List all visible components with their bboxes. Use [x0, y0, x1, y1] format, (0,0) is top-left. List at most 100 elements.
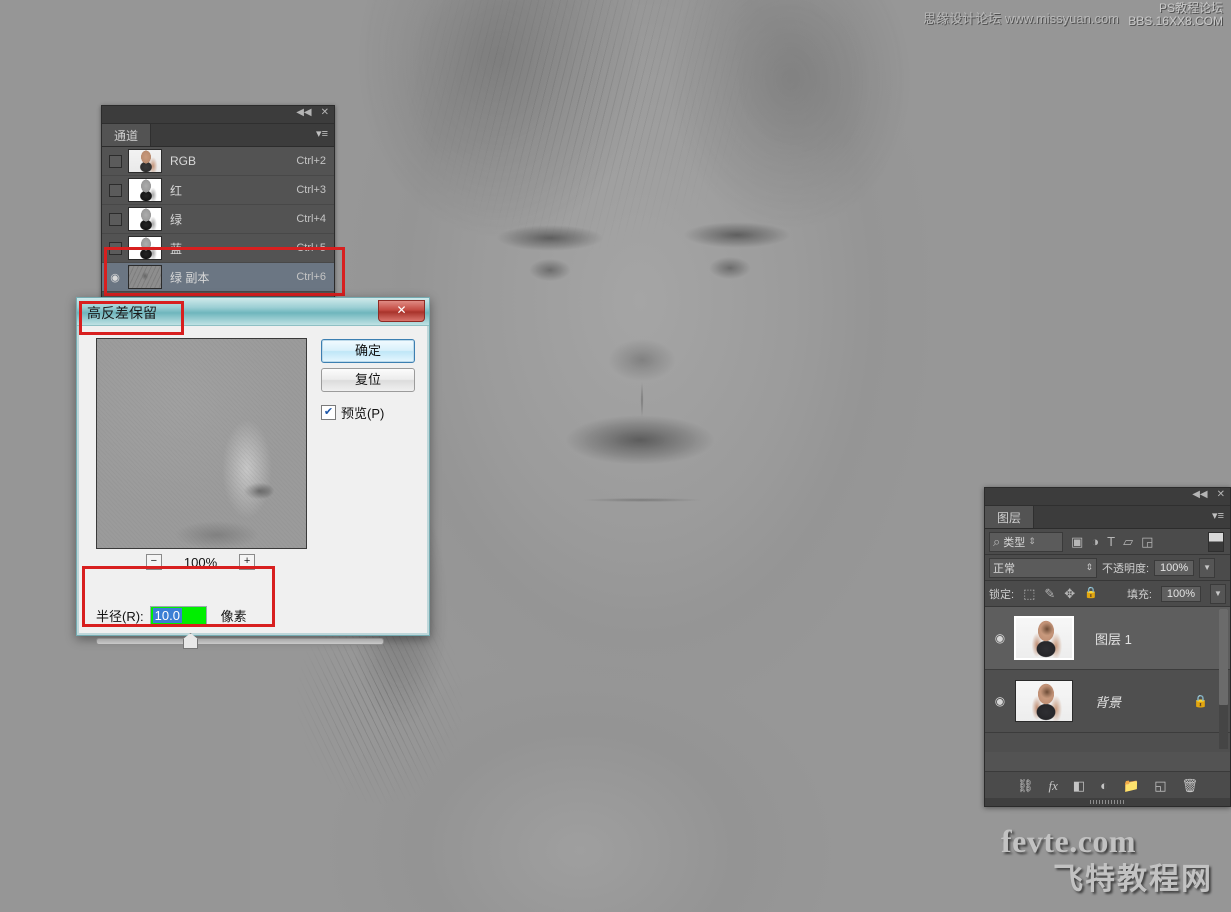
image-filter-icon[interactable]: ▣	[1071, 535, 1083, 548]
channels-list: RGB Ctrl+2 红 Ctrl+3 绿 Ctrl+4 蓝 Ctrl+5 ◉ …	[102, 147, 334, 306]
layer-thumbnail[interactable]	[1014, 616, 1074, 660]
channel-thumbnail	[128, 207, 162, 231]
layer-mask-icon[interactable]: ◧	[1073, 779, 1085, 792]
channel-row-rgb[interactable]: RGB Ctrl+2	[102, 147, 334, 176]
opacity-dropdown-icon[interactable]: ▼	[1199, 557, 1216, 578]
stepper-icon[interactable]: ⇕	[1028, 535, 1036, 548]
layers-bottom-toolbar: ⛓ fx ◧ ◐ 📁 ◱ 🗑	[985, 771, 1230, 798]
dialog-close-button[interactable]: ✕	[378, 300, 425, 322]
slider-thumb[interactable]	[183, 633, 198, 649]
lock-image-icon[interactable]: ✎	[1044, 587, 1055, 600]
filter-preview-image[interactable]	[96, 338, 307, 549]
smart-object-filter-icon[interactable]: ◲	[1141, 535, 1153, 548]
filter-type-select[interactable]: ⌕ 类型 ⇕	[989, 531, 1063, 552]
scrollbar-thumb[interactable]	[1219, 609, 1228, 705]
channels-tabbar: 通道 ▾≡	[102, 124, 334, 147]
fx-icon[interactable]: fx	[1048, 779, 1057, 792]
channels-panel[interactable]: ◀◀ ✕ 通道 ▾≡ RGB Ctrl+2 红 Ctrl+3 绿 Ctrl+4 …	[101, 105, 335, 307]
close-icon[interactable]: ✕	[321, 108, 329, 118]
channel-shortcut: Ctrl+5	[296, 242, 326, 254]
radius-input[interactable]: 10.0	[149, 606, 207, 625]
layer-name: 图层 1	[1095, 631, 1132, 647]
panel-resize-grip[interactable]	[985, 798, 1230, 806]
collapse-icon[interactable]: ◀◀	[296, 108, 311, 118]
channel-thumbnail	[128, 178, 162, 202]
adjustment-layer-icon[interactable]: ◐	[1100, 779, 1108, 792]
layer-row-background[interactable]: ◉ 背景 🔒	[985, 670, 1230, 733]
lock-all-icon[interactable]: 🔒	[1084, 587, 1098, 600]
dialog-titlebar: 高反差保留 ✕	[77, 298, 429, 326]
lock-icon: 🔒	[1193, 694, 1208, 708]
watermark-fevte-cn: 飞特教程网	[1053, 863, 1213, 896]
channel-name: RGB	[170, 154, 197, 168]
channel-row-red[interactable]: 红 Ctrl+3	[102, 176, 334, 205]
fill-dropdown-icon[interactable]: ▼	[1210, 583, 1226, 604]
eye-icon[interactable]: ◉	[985, 631, 1015, 645]
new-layer-icon[interactable]: ◱	[1154, 779, 1166, 792]
radius-slider[interactable]	[96, 633, 384, 649]
fill-value[interactable]: 100%	[1161, 585, 1201, 602]
collapse-icon[interactable]: ◀◀	[1192, 490, 1207, 500]
channel-visibility-toggle[interactable]	[102, 212, 128, 226]
preview-checkbox-row[interactable]: ✔ 预览(P)	[321, 403, 384, 422]
dialog-title: 高反差保留	[87, 306, 157, 322]
tab-layers[interactable]: 图层	[985, 506, 1035, 528]
slider-track	[96, 638, 384, 645]
shape-filter-icon[interactable]: ▱	[1123, 535, 1133, 548]
opacity-label: 不透明度:	[1102, 562, 1150, 575]
layer-list-scrollbar[interactable]	[1219, 609, 1228, 749]
zoom-in-button[interactable]: +	[239, 554, 256, 570]
channel-row-blue[interactable]: 蓝 Ctrl+5	[102, 234, 334, 263]
watermark-fevte: fevte.com 飞特教程网	[1001, 823, 1213, 898]
filter-type-label: 类型	[1003, 536, 1026, 549]
lock-position-icon[interactable]: ✥	[1064, 587, 1075, 600]
channel-thumbnail	[128, 236, 162, 260]
close-icon[interactable]: ✕	[1217, 490, 1225, 500]
layer-list: ◉ 图层 1 ◉ 背景 🔒	[985, 607, 1230, 752]
text-filter-icon[interactable]: T	[1107, 535, 1115, 548]
ok-button[interactable]: 确定	[321, 339, 415, 363]
layer-thumbnail[interactable]	[1015, 680, 1073, 722]
channel-visibility-toggle[interactable]	[102, 183, 128, 197]
photoshop-screenshot: 思缘设计论坛 www.missyuan.com PS教程论坛 BBS.16XX8…	[0, 0, 1231, 912]
radius-unit-label: 像素	[220, 609, 247, 624]
channel-name: 绿 副本	[170, 270, 210, 285]
delete-layer-icon[interactable]: 🗑	[1182, 779, 1199, 792]
zoom-level-label: 100%	[183, 554, 218, 570]
channel-row-green-copy[interactable]: ◉ 绿 副本 Ctrl+6	[102, 263, 334, 292]
channel-row-green[interactable]: 绿 Ctrl+4	[102, 205, 334, 234]
preview-checkbox[interactable]: ✔	[321, 405, 336, 420]
eye-icon[interactable]: ◉	[985, 694, 1015, 708]
channel-thumbnail	[128, 149, 162, 173]
channel-shortcut: Ctrl+2	[296, 155, 326, 167]
reset-button[interactable]: 复位	[321, 368, 415, 392]
channel-shortcut: Ctrl+3	[296, 184, 326, 196]
opacity-value[interactable]: 100%	[1154, 559, 1195, 576]
channel-shortcut: Ctrl+6	[296, 271, 326, 283]
channels-panel-topbar: ◀◀ ✕	[102, 106, 334, 124]
channel-name: 蓝	[170, 241, 183, 256]
layers-panel[interactable]: ◀◀ ✕ 图层 ▾≡ ⌕ 类型 ⇕ ▣ ◑ T ▱ ◲ 正常 ⇕ 不透明度: 1…	[984, 487, 1231, 807]
radius-label: 半径(R):	[96, 609, 144, 624]
channel-thumbnail	[128, 265, 162, 289]
chevron-down-icon[interactable]: ⇕	[1085, 562, 1093, 573]
zoom-out-button[interactable]: −	[145, 554, 162, 570]
filter-enable-toggle[interactable]	[1208, 531, 1224, 552]
new-group-icon[interactable]: 📁	[1123, 779, 1139, 792]
channel-visibility-toggle[interactable]	[102, 154, 128, 168]
eye-icon[interactable]: ◉	[102, 271, 128, 284]
link-icon[interactable]: ⛓	[1017, 779, 1034, 792]
watermark-site-text: 思缘设计论坛 www.missyuan.com	[923, 11, 1119, 26]
lock-transparency-icon[interactable]: ⬚	[1023, 587, 1035, 600]
lock-label: 锁定:	[989, 588, 1015, 601]
radius-control-row: 半径(R): 10.0 像素	[96, 606, 396, 625]
panel-menu-icon[interactable]: ▾≡	[1212, 511, 1224, 522]
tab-channels[interactable]: 通道	[102, 124, 152, 146]
channel-visibility-toggle[interactable]	[102, 241, 128, 255]
panel-menu-icon[interactable]: ▾≡	[316, 129, 328, 140]
watermark-forum-text: PS教程论坛 BBS.16XX8.COM	[1128, 2, 1223, 28]
layer-row-layer1[interactable]: ◉ 图层 1	[985, 607, 1230, 670]
adjustment-filter-icon[interactable]: ◑	[1091, 535, 1099, 548]
blend-mode-select[interactable]: 正常 ⇕	[989, 557, 1097, 578]
high-pass-dialog[interactable]: 高反差保留 ✕ − 100% + 半径(R): 10.0 像素 确定 复位 ✔ …	[76, 297, 430, 649]
